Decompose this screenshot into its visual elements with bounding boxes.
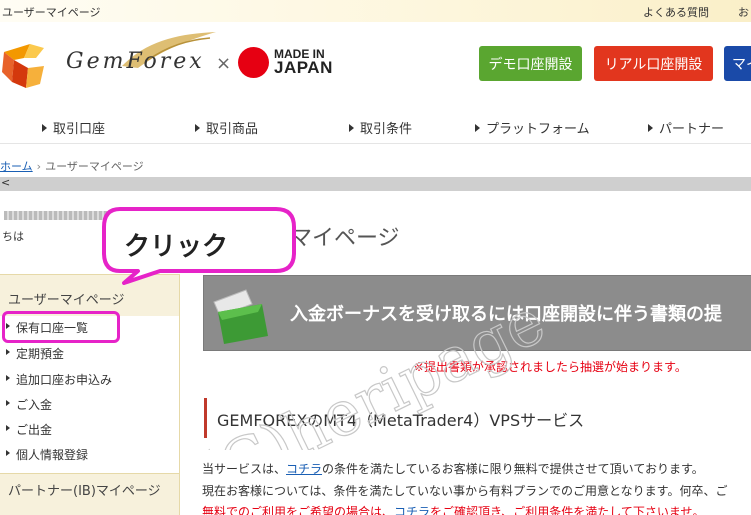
mypage-button[interactable]: マイ: [724, 46, 751, 81]
folder-icon: [213, 289, 268, 344]
vps-paragraph-2: 現在お客様については、条件を満たしていない事から有料プランでのご用意となります。…: [202, 484, 728, 498]
triangle-right-icon: [6, 425, 10, 431]
sidebar-item-additional-account[interactable]: 追加口座お申込み: [0, 371, 179, 396]
sidebar-item-fixed-deposit[interactable]: 定期預金: [0, 345, 179, 370]
top-bar-more-link[interactable]: お: [738, 4, 749, 20]
breadcrumb-separator: ›: [36, 160, 42, 173]
real-account-button[interactable]: リアル口座開設: [594, 46, 713, 81]
banner-text: 入金ボーナスを受け取るには口座開設に伴う書類の提: [290, 304, 722, 325]
click-callout-label: クリック: [124, 232, 229, 262]
made-in-japan-label: MADE IN JAPAN: [274, 48, 333, 77]
sidebar-header-partner[interactable]: パートナー(IB)マイページ: [0, 473, 179, 515]
breadcrumb: ホーム › ユーザーマイページ: [0, 158, 144, 174]
vps-section-title: GEMFOREXのMT4（MetaTrader4）VPSサービス: [204, 398, 584, 438]
nav-item-partner[interactable]: パートナー: [648, 118, 724, 137]
triangle-right-icon: [195, 124, 200, 132]
nav-item-conditions[interactable]: 取引条件: [349, 118, 412, 137]
vps-paragraph-3: 無料でのご利用をご希望の場合は、コチラをご確認頂き、ご利用条件を満たして下さいま…: [202, 503, 704, 515]
triangle-right-icon: [648, 124, 653, 132]
redacted-username: [4, 211, 114, 220]
triangle-right-icon: [349, 124, 354, 132]
bonus-banner[interactable]: 入金ボーナスを受け取るには口座開設に伴う書類の提: [203, 275, 751, 351]
free-conditions-link[interactable]: コチラ: [394, 505, 430, 515]
sidebar-item-personal-info[interactable]: 個人情報登録: [0, 446, 179, 471]
nav-item-platform[interactable]: プラットフォーム: [475, 118, 590, 137]
triangle-right-icon: [6, 450, 10, 456]
conditions-link[interactable]: コチラ: [286, 462, 322, 476]
top-bar-title: ユーザーマイページ: [2, 6, 101, 19]
vps-paragraph-1: 当サービスは、コチラの条件を満たしているお客様に限り無料で提供させて頂いておりま…: [202, 462, 704, 476]
brand-times: ×: [216, 53, 232, 74]
page-title: マイページ: [290, 226, 400, 251]
japan-text: JAPAN: [274, 58, 333, 77]
demo-account-button[interactable]: デモ口座開設: [479, 46, 582, 81]
lottery-notice: ※提出書類が承認されましたら抽選が始まります。: [414, 360, 687, 374]
breadcrumb-home-link[interactable]: ホーム: [0, 160, 33, 173]
faq-link[interactable]: よくある質問: [643, 4, 709, 20]
horizontal-scrollbar[interactable]: <: [0, 176, 751, 191]
triangle-right-icon: [6, 400, 10, 406]
main-nav: 取引口座 取引商品 取引条件 プラットフォーム パートナー: [0, 108, 751, 144]
scroll-left-icon[interactable]: <: [1, 176, 10, 189]
sidebar-item-deposit[interactable]: ご入金: [0, 396, 179, 421]
gemforex-logo-icon[interactable]: [0, 38, 56, 94]
user-greeting-suffix: ちは: [2, 230, 24, 243]
triangle-right-icon: [6, 349, 10, 355]
japan-flag-icon: [238, 47, 269, 78]
top-bar: ユーザーマイページ よくある質問 お: [0, 0, 751, 22]
triangle-right-icon: [475, 124, 480, 132]
breadcrumb-current: ユーザーマイページ: [45, 160, 144, 173]
highlight-box: [2, 311, 120, 343]
nav-item-trading-account[interactable]: 取引口座: [42, 118, 105, 137]
brand-name[interactable]: GemForex: [66, 49, 205, 74]
sidebar-item-withdrawal[interactable]: ご出金: [0, 421, 179, 446]
triangle-right-icon: [6, 375, 10, 381]
triangle-right-icon: [42, 124, 47, 132]
nav-item-products[interactable]: 取引商品: [195, 118, 258, 137]
